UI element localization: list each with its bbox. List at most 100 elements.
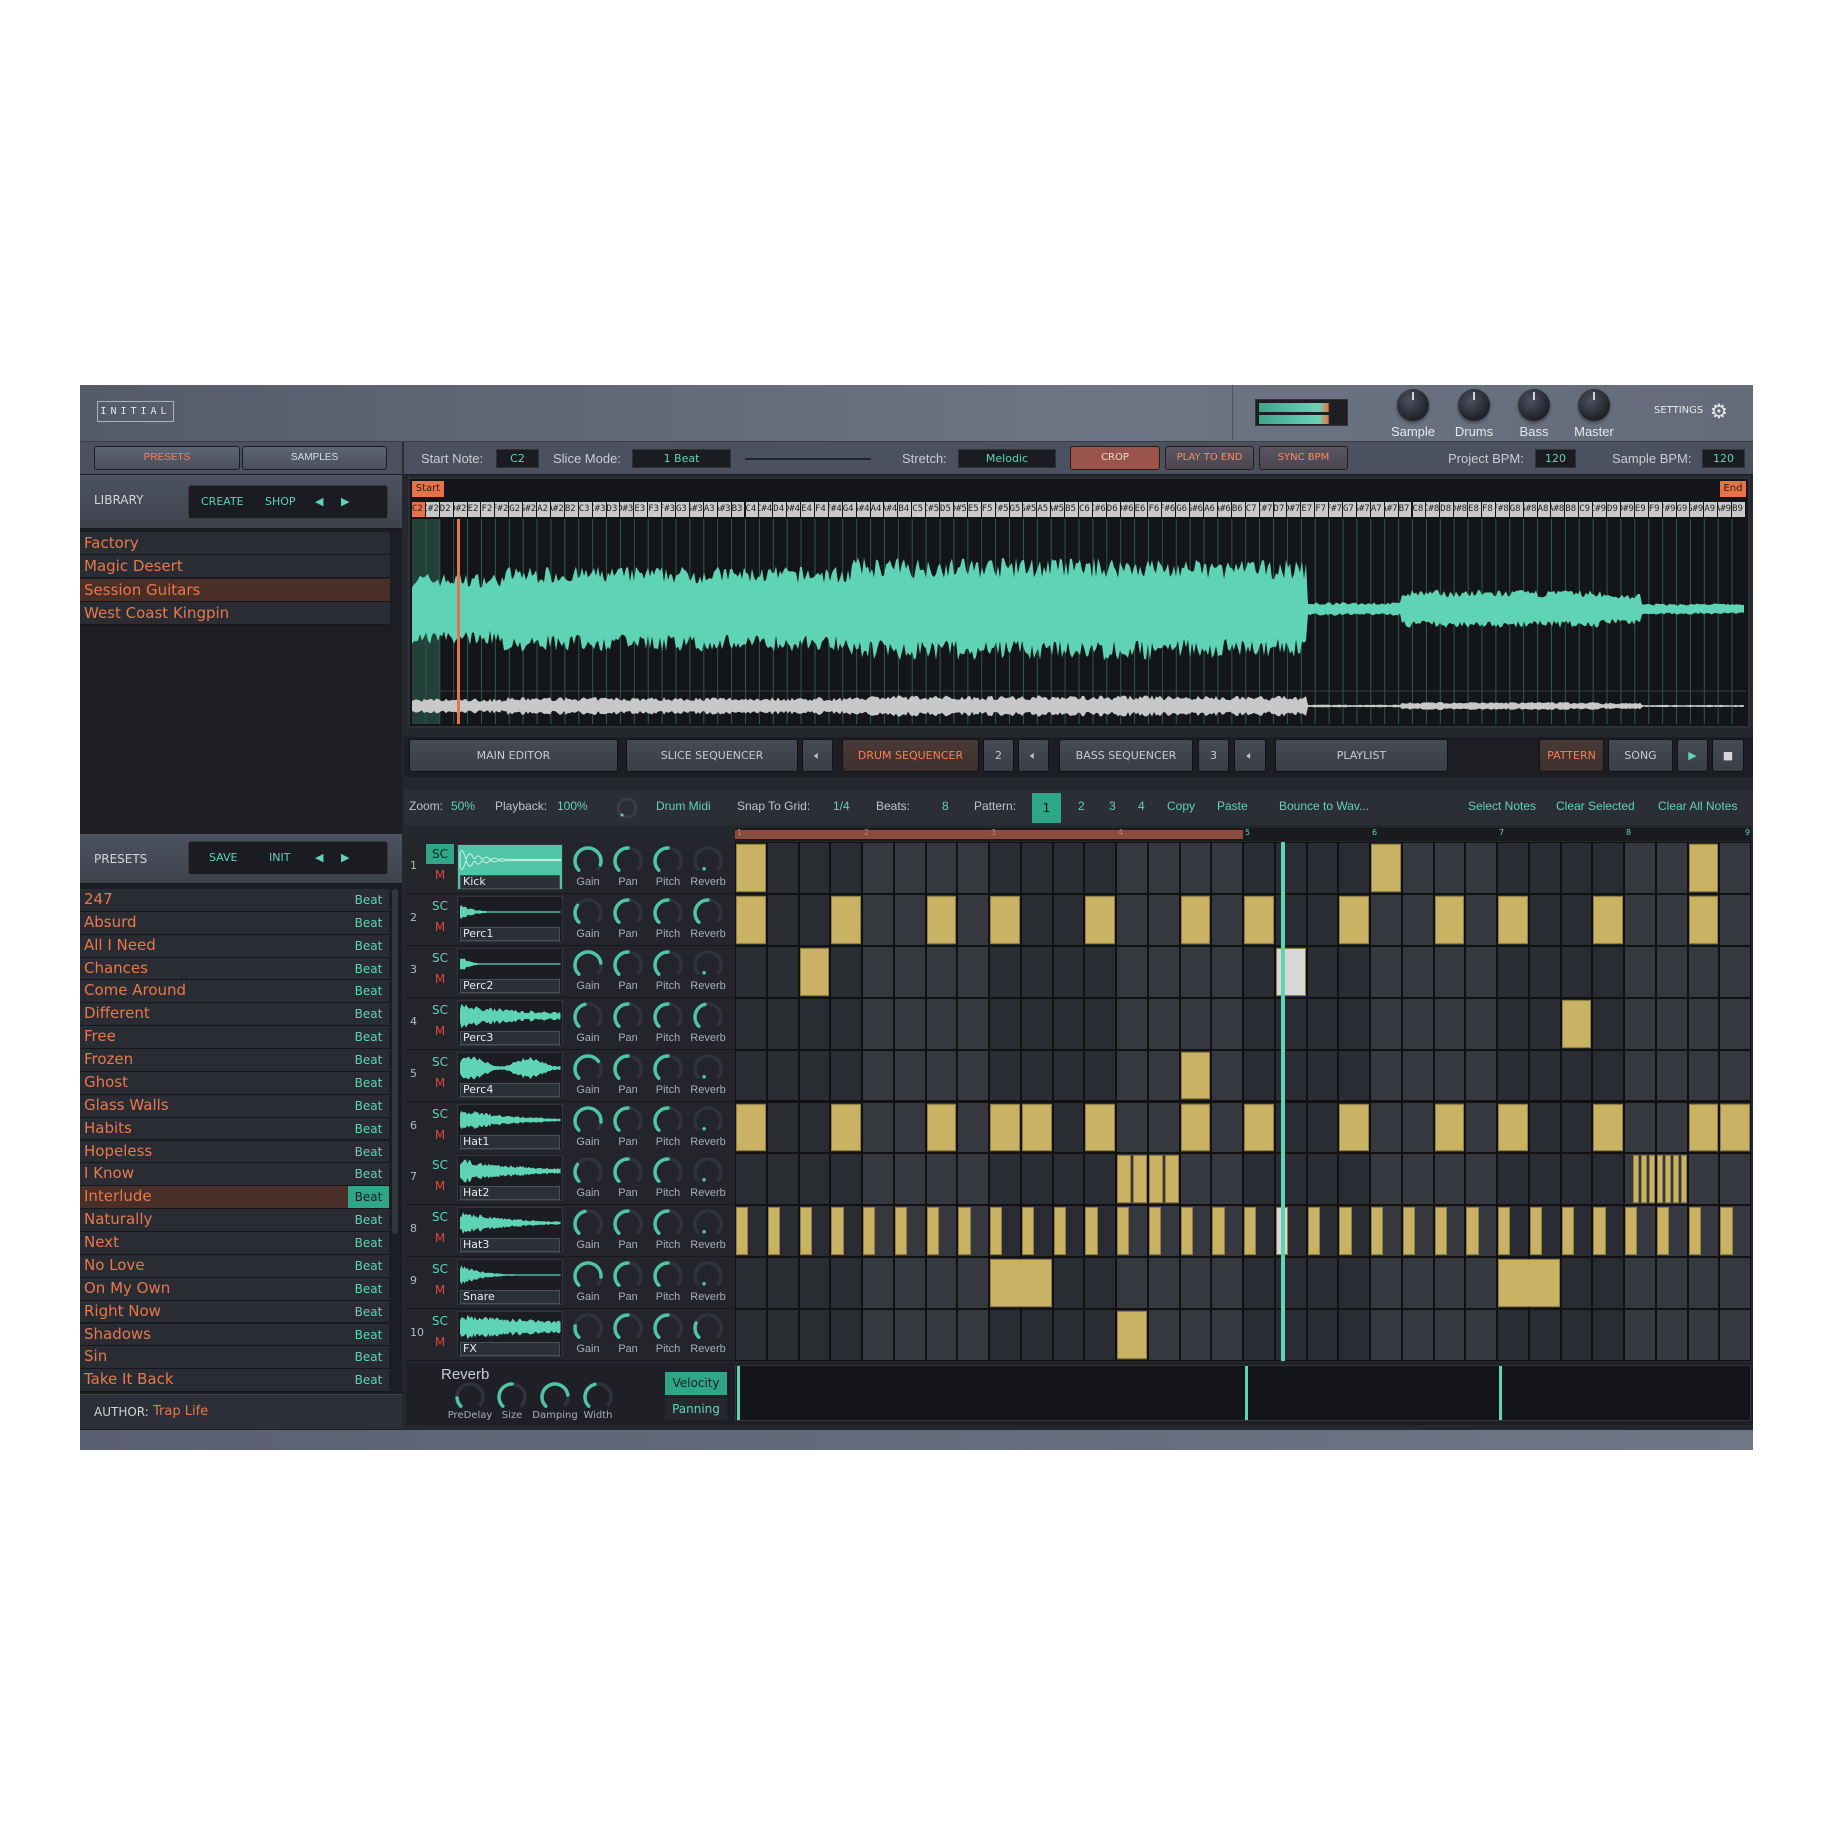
preset-item[interactable]: Free Beat (80, 1026, 389, 1050)
sample-name[interactable]: Perc4 (460, 1082, 560, 1097)
grid-cell[interactable] (1466, 1102, 1496, 1153)
grid-cell[interactable] (831, 843, 861, 893)
gain-knob[interactable] (572, 1001, 604, 1033)
note[interactable] (1244, 895, 1274, 944)
slice-note-label[interactable]: F7 (1315, 502, 1329, 517)
grid-cell[interactable] (1593, 1050, 1623, 1101)
slice-note-label[interactable]: A#9 (1718, 502, 1732, 517)
grid-cell[interactable] (1244, 843, 1274, 893)
grid-cell[interactable] (767, 998, 798, 1049)
grid-cell[interactable] (990, 1310, 1020, 1360)
gain-knob[interactable] (572, 1260, 604, 1292)
note[interactable] (1688, 1103, 1719, 1152)
slice-note-label[interactable]: A#7 (1384, 502, 1398, 517)
grid-cell[interactable] (1561, 1310, 1592, 1360)
grid-cell[interactable] (1402, 1258, 1433, 1309)
mute-button[interactable]: M (426, 1231, 454, 1249)
sample-waveform-editor[interactable]: Start End C2C#2D2D#2E2F2F#2G2G#2A2A#2B2C… (408, 477, 1750, 728)
grid-cell[interactable] (736, 1154, 766, 1205)
grid-cell[interactable] (1561, 1102, 1592, 1153)
grid-cell[interactable] (1307, 894, 1338, 945)
sample-name[interactable]: Perc3 (460, 1030, 560, 1045)
grid-cell[interactable] (1053, 843, 1084, 893)
grid-cell[interactable] (1656, 1310, 1687, 1360)
grid-cell[interactable] (1371, 998, 1401, 1049)
grid-cell[interactable] (958, 998, 988, 1049)
start-marker[interactable]: Start (412, 481, 444, 497)
slice-note-label[interactable]: B3 (731, 502, 745, 517)
grid-cell[interactable] (1244, 946, 1274, 997)
slice-note-label[interactable]: F#9 (1662, 502, 1676, 517)
note[interactable] (1688, 895, 1719, 944)
grid-cell[interactable] (1688, 1258, 1719, 1309)
note[interactable] (1244, 1207, 1257, 1256)
grid-cell[interactable] (1339, 1050, 1369, 1101)
note[interactable] (1434, 1207, 1447, 1256)
grid-cell[interactable] (1212, 998, 1242, 1049)
pan-knob[interactable] (612, 1001, 644, 1033)
slice-note-label[interactable]: F#6 (1162, 502, 1176, 517)
grid-cell[interactable] (926, 1258, 957, 1309)
tab-main-editor[interactable]: MAIN EDITOR (409, 739, 618, 772)
pan-knob[interactable] (612, 1053, 644, 1085)
grid-cell[interactable] (1371, 1154, 1401, 1205)
grid-cell[interactable] (1371, 894, 1401, 945)
grid-cell[interactable] (990, 843, 1020, 893)
note[interactable] (1132, 1155, 1147, 1204)
grid-cell[interactable] (1625, 1258, 1655, 1309)
grid-cell[interactable] (990, 998, 1020, 1049)
slice-note-label[interactable]: C9 (1579, 502, 1593, 517)
library-item[interactable]: West Coast Kingpin (80, 602, 390, 626)
grid-cell[interactable] (1466, 998, 1496, 1049)
library-item[interactable]: Session Guitars (80, 578, 390, 602)
grid-cell[interactable] (1053, 1154, 1084, 1205)
grid-cell[interactable] (1720, 1258, 1750, 1309)
pan-knob[interactable] (612, 949, 644, 981)
grid-cell[interactable] (863, 946, 893, 997)
grid-cell[interactable] (1466, 1258, 1496, 1309)
note[interactable] (1117, 1207, 1130, 1256)
note[interactable] (1498, 895, 1528, 944)
slice-note-label[interactable]: A#4 (884, 502, 898, 517)
note[interactable] (863, 1207, 876, 1256)
slice-note-label[interactable]: E8 (1468, 502, 1481, 517)
grid-cell[interactable] (1053, 894, 1084, 945)
note[interactable] (1212, 1207, 1225, 1256)
grid-cell[interactable] (1021, 1310, 1052, 1360)
slice-note-label[interactable]: F#5 (995, 502, 1009, 517)
grid-cell[interactable] (1085, 843, 1115, 893)
pan-knob[interactable] (612, 1156, 644, 1188)
note[interactable] (736, 1207, 749, 1256)
slice-note-label[interactable]: A#5 (1051, 502, 1065, 517)
pattern-button-1[interactable]: 1 (1032, 793, 1061, 823)
note[interactable] (1625, 1207, 1638, 1256)
grid-cell[interactable] (1053, 1102, 1084, 1153)
grid-cell[interactable] (1021, 1050, 1052, 1101)
predelay-knob[interactable] (454, 1381, 486, 1413)
note[interactable] (1561, 999, 1592, 1048)
grid-cell[interactable] (831, 1050, 861, 1101)
preset-item[interactable]: Right Now Beat (80, 1300, 389, 1324)
size-knob[interactable] (496, 1381, 528, 1413)
grid-cell[interactable] (863, 843, 893, 893)
grid-cell[interactable] (1402, 998, 1433, 1049)
preset-item[interactable]: On My Own Beat (80, 1277, 389, 1301)
slice-slider[interactable] (745, 458, 871, 460)
note[interactable] (1498, 1259, 1560, 1308)
grid-cell[interactable] (799, 1258, 830, 1309)
grid-cell[interactable] (1148, 894, 1179, 945)
sample-slot[interactable]: Snare (457, 1259, 563, 1306)
grid-cell[interactable] (1434, 1154, 1465, 1205)
width-knob[interactable] (582, 1381, 614, 1413)
crop-button[interactable]: CROP (1070, 446, 1160, 470)
note[interactable] (1371, 844, 1401, 892)
mute-button[interactable]: M (426, 920, 454, 938)
grid-cell[interactable] (1212, 843, 1242, 893)
sidechain-button[interactable]: SC (426, 1259, 454, 1279)
note[interactable] (1339, 1207, 1352, 1256)
grid-cell[interactable] (1688, 1310, 1719, 1360)
grid-cell[interactable] (1307, 946, 1338, 997)
grid-cell[interactable] (863, 894, 893, 945)
grid-cell[interactable] (767, 894, 798, 945)
slice-note-label[interactable]: E2 (467, 502, 481, 517)
